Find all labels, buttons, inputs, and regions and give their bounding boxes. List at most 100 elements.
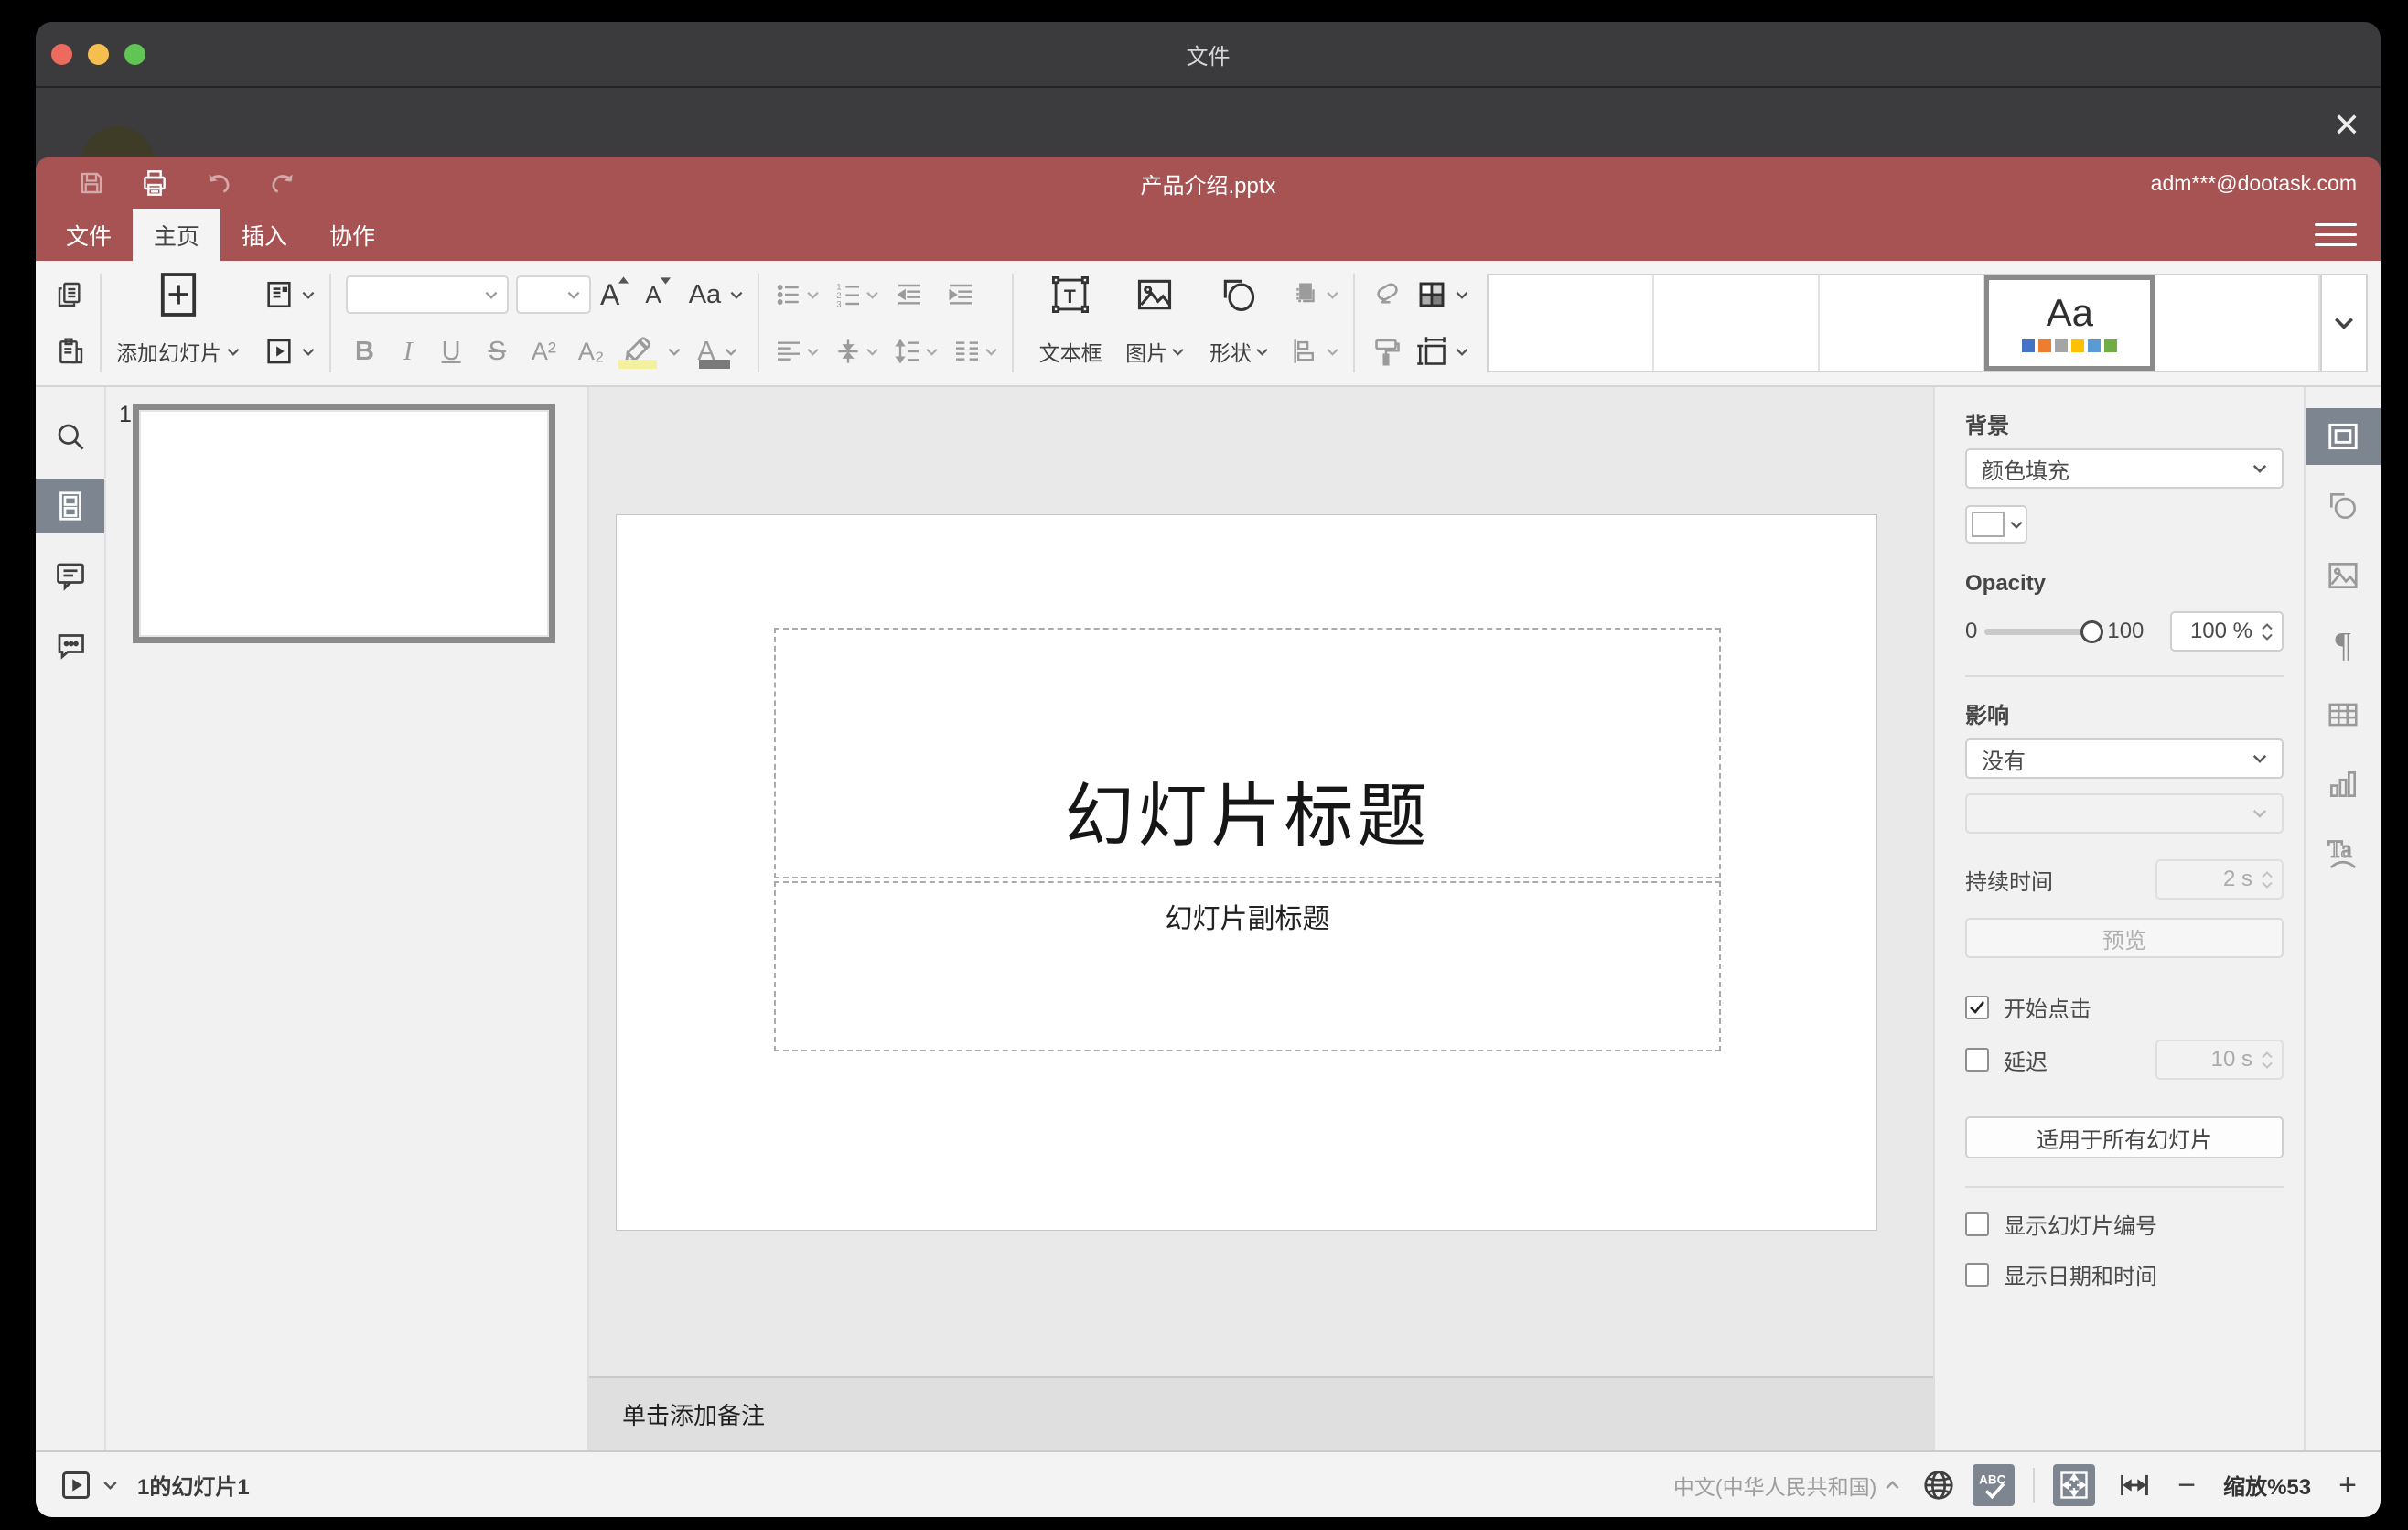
delay-row[interactable]: 延迟 10 s [1965, 1040, 2284, 1080]
font-name-select[interactable] [346, 275, 509, 314]
notes-area[interactable]: 单击添加备注 [589, 1376, 1933, 1450]
insert-image-button[interactable]: 图片 [1113, 270, 1197, 376]
opacity-spinner[interactable]: 100 % [2170, 611, 2284, 652]
slide-thumbnail[interactable] [133, 404, 555, 643]
chart-settings-icon[interactable] [2306, 749, 2381, 819]
tab-collaboration[interactable]: 协作 [308, 209, 396, 261]
theme-gallery-expand-icon[interactable] [2319, 275, 2366, 371]
superscript-icon[interactable]: A² [532, 338, 556, 366]
theme-label: Aa [2046, 291, 2093, 334]
slide-layout-icon[interactable] [263, 279, 295, 310]
increase-font-icon[interactable]: A [600, 275, 629, 312]
comments-icon[interactable] [36, 541, 104, 610]
insert-shape-button[interactable]: 形状 [1197, 270, 1281, 376]
overlay-header: ✕ [36, 88, 2381, 199]
slideshow-options-icon[interactable] [103, 1481, 117, 1490]
svg-text:Ta: Ta [2327, 835, 2351, 862]
copy-icon[interactable] [56, 270, 85, 319]
underline-icon[interactable]: U [442, 337, 461, 367]
table-settings-icon[interactable] [2306, 680, 2381, 749]
chat-icon[interactable] [36, 610, 104, 680]
subtitle-placeholder[interactable]: 幻灯片副标题 [774, 881, 1721, 1051]
highlight-color-icon[interactable] [618, 336, 658, 369]
apply-to-all-button[interactable]: 适用于所有幻灯片 [1965, 1116, 2284, 1158]
bullet-list-icon[interactable] [774, 280, 803, 309]
fill-type-select[interactable]: 颜色填充 [1965, 448, 2284, 489]
zoom-in-icon[interactable]: + [2338, 1470, 2357, 1501]
image-settings-icon[interactable] [2306, 541, 2381, 610]
right-sidebar: ¶ Ta [2304, 387, 2381, 1450]
fit-width-icon[interactable] [2117, 1468, 2152, 1503]
theme-thumb[interactable] [1489, 275, 1654, 371]
italic-icon[interactable]: I [403, 337, 413, 367]
theme-gallery: Aa [1487, 274, 2368, 372]
zoom-out-icon[interactable]: − [2177, 1470, 2196, 1501]
delay-spinner: 10 s [2155, 1040, 2284, 1080]
arrange-icon[interactable] [1290, 279, 1321, 310]
align-objects-icon[interactable] [1290, 336, 1321, 367]
insert-textbox-button[interactable]: T 文本框 [1028, 270, 1113, 376]
strikethrough-icon[interactable]: S [489, 337, 506, 367]
tab-file[interactable]: 文件 [45, 209, 133, 261]
theme-colors-icon[interactable] [1415, 278, 1448, 311]
background-label: 背景 [1965, 414, 2009, 438]
theme-thumb[interactable] [2155, 275, 2320, 371]
clear-style-icon[interactable] [1370, 270, 1403, 319]
shape-settings-icon[interactable] [2306, 471, 2381, 541]
theme-thumb[interactable] [1654, 275, 1820, 371]
shape-label: 形状 [1209, 341, 1252, 365]
copy-style-icon[interactable] [1370, 327, 1403, 376]
language-caret-icon [1886, 1481, 1899, 1490]
theme-thumb-selected[interactable]: Aa [1984, 275, 2155, 371]
effect-select[interactable]: 没有 [1965, 738, 2284, 779]
language-label[interactable]: 中文(中华人民共和国) [1673, 1470, 1876, 1501]
delay-checkbox[interactable] [1965, 1048, 1989, 1072]
paste-icon[interactable] [56, 327, 85, 376]
increase-indent-icon[interactable] [946, 280, 975, 309]
font-size-select[interactable] [516, 275, 591, 314]
decrease-font-icon[interactable]: A [645, 276, 671, 309]
columns-icon[interactable] [952, 337, 982, 366]
slides-panel-icon[interactable] [36, 479, 104, 533]
spellcheck-icon[interactable]: ABC [1973, 1463, 2016, 1506]
font-color-icon[interactable]: A [697, 337, 731, 369]
theme-thumb[interactable] [1820, 275, 1985, 371]
slide-settings-icon[interactable] [2306, 408, 2381, 465]
close-icon[interactable]: ✕ [2333, 108, 2360, 142]
textart-settings-icon[interactable]: Ta [2306, 819, 2381, 889]
subscript-icon[interactable]: A₂ [578, 338, 605, 366]
title-placeholder[interactable]: 幻灯片标题 [774, 628, 1721, 878]
menu-icon[interactable] [2315, 218, 2357, 251]
tab-insert[interactable]: 插入 [220, 209, 308, 261]
show-slide-number-checkbox[interactable] [1965, 1212, 1989, 1236]
fill-color-swatch[interactable] [1965, 505, 2027, 544]
horizontal-align-icon[interactable] [774, 337, 803, 366]
language-globe-icon[interactable] [1921, 1468, 1956, 1503]
slide-size-icon[interactable] [1415, 335, 1448, 368]
search-icon[interactable] [36, 402, 104, 471]
add-slide-button[interactable]: 添加幻灯片 [116, 270, 240, 376]
slide-indicator: 1的幻灯片1 [137, 1475, 250, 1500]
numbered-list-icon[interactable]: 123 [833, 280, 863, 309]
opacity-slider[interactable] [1984, 620, 2104, 643]
effect-variant-select [1965, 793, 2284, 834]
start-on-click-label: 开始点击 [2004, 997, 2091, 1022]
show-slide-number-row[interactable]: 显示幻灯片编号 [1965, 1208, 2284, 1240]
bold-icon[interactable]: B [355, 337, 374, 367]
vertical-align-icon[interactable] [833, 337, 863, 366]
fit-slide-icon[interactable] [2053, 1463, 2096, 1506]
start-on-click-row[interactable]: 开始点击 [1965, 991, 2284, 1023]
slide[interactable]: 幻灯片标题 幻灯片副标题 [616, 514, 1877, 1231]
show-date-time-row[interactable]: 显示日期和时间 [1965, 1258, 2284, 1290]
line-spacing-icon[interactable] [893, 337, 922, 366]
tab-home[interactable]: 主页 [133, 209, 220, 261]
start-on-click-checkbox[interactable] [1965, 995, 1989, 1019]
show-date-time-checkbox[interactable] [1965, 1262, 1989, 1287]
decrease-indent-icon[interactable] [895, 280, 924, 309]
change-case-icon[interactable]: Aa [689, 280, 721, 310]
start-slideshow-status-icon[interactable] [59, 1469, 92, 1502]
document-title: 产品介绍.pptx [1140, 173, 1276, 199]
paragraph-settings-icon[interactable]: ¶ [2306, 610, 2381, 680]
start-slideshow-icon[interactable] [263, 336, 295, 367]
slide-settings-panel: 背景 颜色填充 Opacity 0 100 100 % 影响 没有 持续时间 2… [1933, 387, 2304, 1450]
